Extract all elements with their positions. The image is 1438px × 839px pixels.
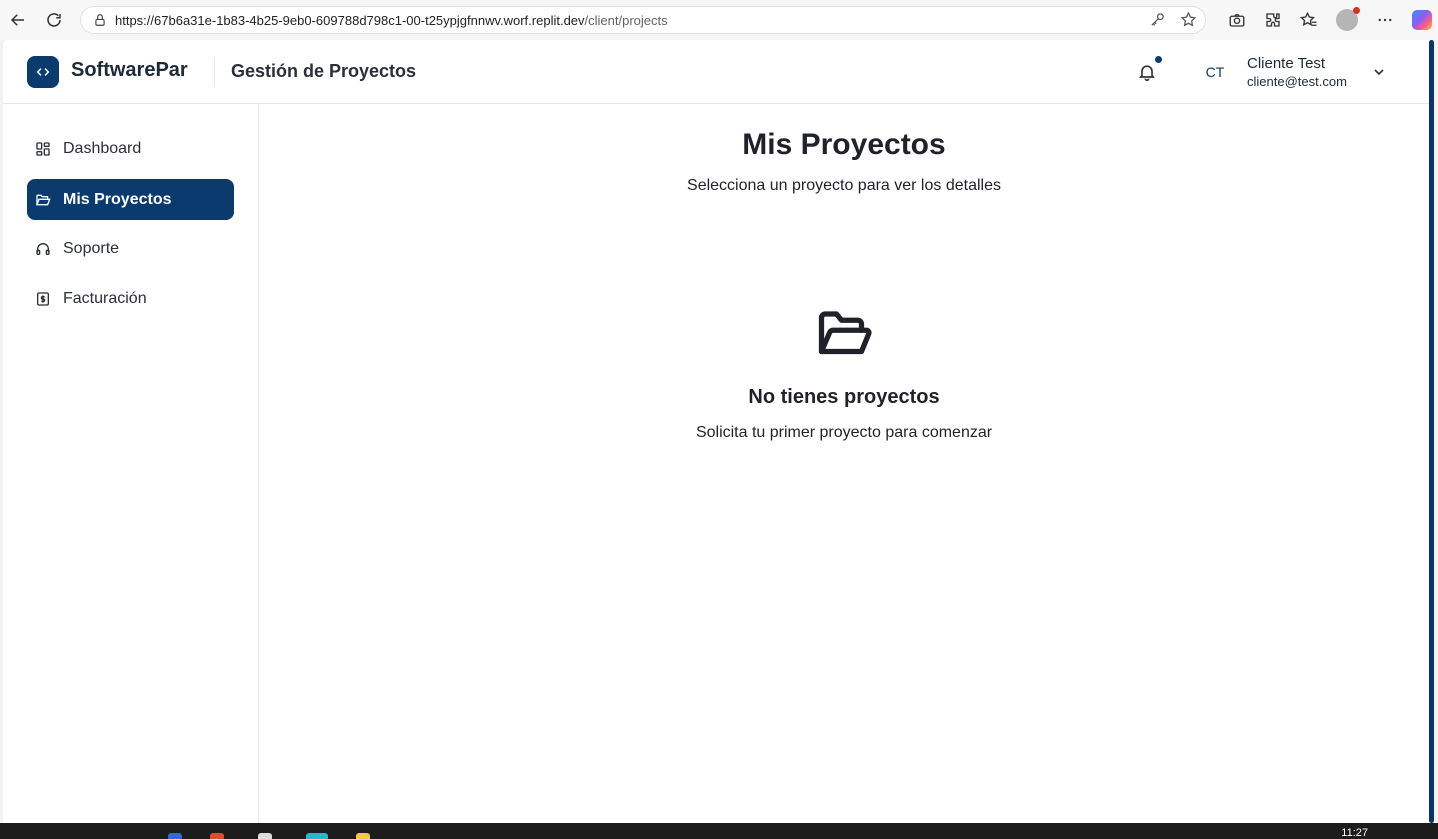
user-avatar[interactable]: CT <box>1199 58 1231 86</box>
sidebar-item-label: Soporte <box>63 239 120 257</box>
taskbar-clock[interactable]: 11:27 <box>1341 827 1368 839</box>
arrow-left-icon <box>10 14 24 26</box>
app-header: SoftwarePar Gestión de Proyectos CT Clie… <box>3 40 1429 104</box>
url-host: https://67b6a31e-1b83-4b25-9eb0-609788d7… <box>115 12 585 28</box>
main-content: Mis Proyectos Selecciona un proyecto par… <box>259 104 1429 823</box>
page-viewport: SoftwarePar Gestión de Proyectos CT Clie… <box>3 40 1429 823</box>
folder-open-icon <box>818 311 872 355</box>
page-subtitle: Selecciona un proyecto para ver los deta… <box>687 177 1001 194</box>
reload-button[interactable] <box>36 2 72 38</box>
sidebar-item-label: Facturación <box>63 289 147 307</box>
logo[interactable] <box>27 56 59 88</box>
user-email[interactable]: cliente@test.com <box>1247 74 1347 89</box>
url-text: https://67b6a31e-1b83-4b25-9eb0-609788d7… <box>115 13 668 28</box>
favorites-icon[interactable] <box>1300 11 1318 29</box>
headphones-icon <box>36 242 50 255</box>
copilot-icon[interactable] <box>1412 10 1432 30</box>
sidebar-item-label: Mis Proyectos <box>63 190 172 208</box>
sidebar-item-dashboard[interactable]: Dashboard <box>27 128 234 169</box>
sidebar-item-label: Dashboard <box>63 139 142 157</box>
taskbar-app-icon[interactable] <box>168 833 182 839</box>
sidebar-item-mis-proyectos[interactable]: Mis Proyectos <box>27 179 234 220</box>
scrollbar[interactable] <box>1429 40 1434 823</box>
sidebar-item-facturacion[interactable]: Facturación <box>27 278 234 319</box>
profile-avatar[interactable] <box>1336 7 1360 31</box>
page-title: Mis Proyectos <box>742 128 946 161</box>
taskbar-app-icon[interactable] <box>306 833 328 839</box>
address-bar[interactable]: https://67b6a31e-1b83-4b25-9eb0-609788d7… <box>80 6 1206 34</box>
key-icon[interactable] <box>1149 11 1166 28</box>
taskbar-app-icon[interactable] <box>210 833 224 839</box>
chevron-down-icon[interactable] <box>1371 64 1387 80</box>
sidebar-item-soporte[interactable]: Soporte <box>27 228 234 269</box>
header-title: Gestión de Proyectos <box>231 61 417 81</box>
sidebar: Dashboard Mis Proyectos Soporte Facturac… <box>3 104 259 823</box>
more-icon[interactable] <box>1376 11 1394 29</box>
header-divider <box>214 58 215 86</box>
empty-state-title: No tienes proyectos <box>748 386 940 408</box>
camera-icon[interactable] <box>1228 11 1246 29</box>
user-name[interactable]: Cliente Test <box>1247 55 1325 72</box>
bell-icon[interactable] <box>1137 62 1157 82</box>
url-path: /client/projects <box>584 12 668 28</box>
taskbar: 11:27 <box>0 823 1438 839</box>
star-icon[interactable] <box>1180 11 1197 28</box>
taskbar-app-icon[interactable] <box>356 833 370 839</box>
dollar-icon <box>37 291 49 306</box>
extensions-icon[interactable] <box>1264 11 1282 29</box>
grid-icon <box>36 141 50 156</box>
back-button[interactable] <box>0 2 36 38</box>
browser-toolbar: https://67b6a31e-1b83-4b25-9eb0-609788d7… <box>0 0 1438 40</box>
notification-dot <box>1155 56 1162 63</box>
brand-name[interactable]: SoftwarePar <box>71 59 188 82</box>
lock-icon <box>95 14 105 26</box>
code-icon <box>36 68 50 76</box>
taskbar-app-icon[interactable] <box>258 833 272 839</box>
folder-open-icon <box>36 194 51 205</box>
reload-icon <box>47 13 61 27</box>
empty-state-text: Solicita tu primer proyecto para comenza… <box>695 424 993 441</box>
